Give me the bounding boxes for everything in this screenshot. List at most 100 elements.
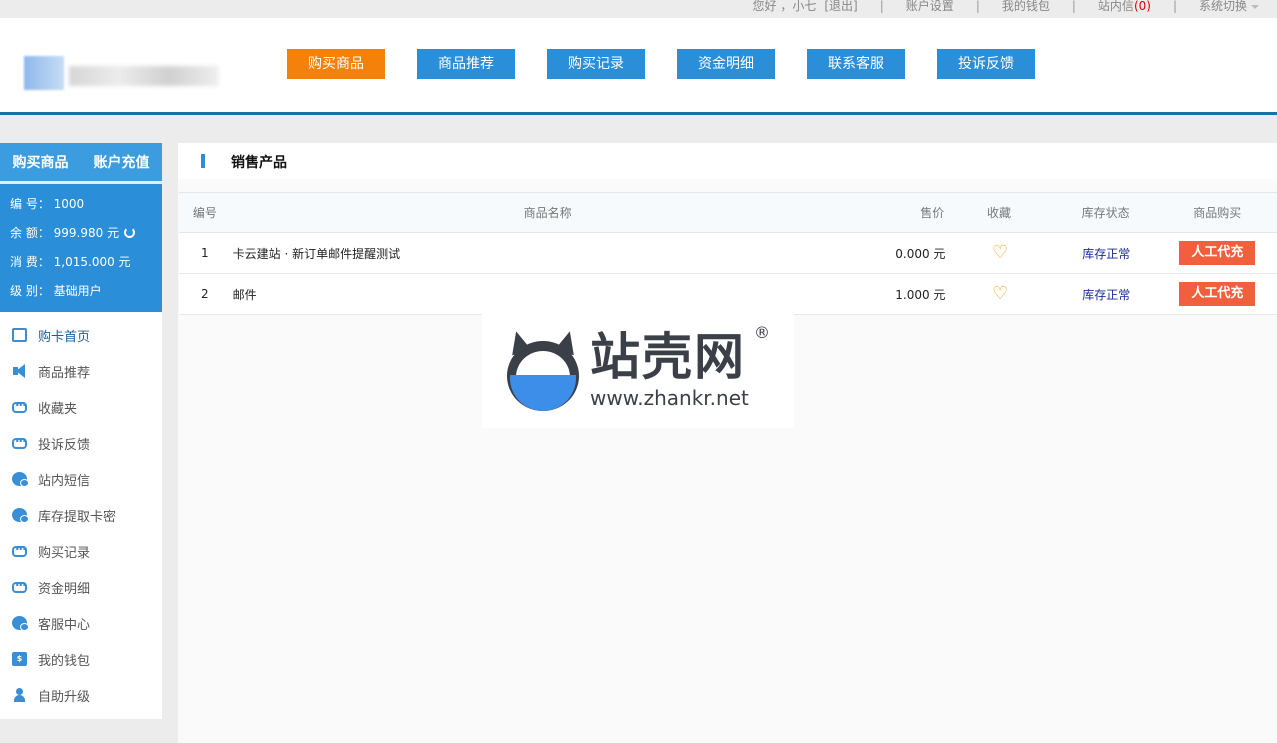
row-no: 1 — [179, 246, 231, 260]
tab-buy-products[interactable]: 购买商品 — [0, 152, 81, 172]
header-price: 售价 — [865, 204, 945, 221]
main-content: 销售产品 编号 商品名称 售价 收藏 库存状态 商品购买 1 卡云建站 · 新订… — [178, 143, 1277, 743]
messages-label: 站内信 — [1098, 0, 1134, 14]
sidebar-item-funds-detail[interactable]: 资金明细 — [0, 569, 162, 605]
message-count: (0) — [1134, 0, 1151, 13]
refresh-icon[interactable] — [124, 227, 135, 238]
nav-contact-support[interactable]: 联系客服 — [807, 49, 905, 79]
row-price: 1.000 元 — [866, 286, 945, 303]
greeting-text: 您好 ，小七 — [753, 0, 817, 14]
account-id-value: 1000 — [54, 197, 85, 211]
card-icon — [12, 328, 27, 342]
balance-label: 余 额： — [10, 226, 50, 240]
sidebar-item-favorites[interactable]: 收藏夹 — [0, 389, 162, 425]
top-links: 您好 ，小七 [退出] | 账户设置 | 我的钱包 | 站内信(0) | 系统切… — [753, 0, 1259, 14]
sidebar-item-label: 资金明细 — [38, 578, 90, 597]
row-price: 0.000 元 — [866, 245, 945, 262]
system-switch-dropdown[interactable]: 系统切换 — [1199, 0, 1259, 14]
tab-recharge[interactable]: 账户充值 — [81, 152, 162, 172]
product-name-link[interactable]: 邮件 — [231, 286, 866, 303]
heart-icon[interactable]: ♡ — [992, 245, 1008, 261]
level-label: 级 别： — [10, 284, 50, 298]
bubble-icon — [12, 402, 27, 413]
table-row: 1 卡云建站 · 新订单邮件提醒测试 0.000 元 ♡ 库存正常 人工代充 — [179, 233, 1277, 274]
chat-icon — [12, 508, 27, 522]
balance-row: 余 额： 999.980 元 — [10, 223, 162, 252]
sidebar-item-label: 库存提取卡密 — [38, 506, 116, 525]
watermark: 站壳网 ® www.zhankr.net — [482, 313, 794, 428]
sidebar-item-recommended[interactable]: 商品推荐 — [0, 353, 162, 389]
cat-water — [510, 375, 576, 411]
sidebar-item-wallet[interactable]: $ 我的钱包 — [0, 641, 162, 677]
sidebar-item-label: 投诉反馈 — [38, 434, 90, 453]
level-row: 级 别： 基础用户 — [10, 281, 162, 310]
watermark-brand: 站壳网 — [590, 329, 746, 385]
section-header: 销售产品 — [178, 143, 1277, 179]
sidebar-item-extract-cards[interactable]: 库存提取卡密 — [0, 497, 162, 533]
messages-link[interactable]: 站内信(0) — [1098, 0, 1151, 14]
buy-cell: 人工代充 — [1158, 282, 1277, 306]
header: 购买商品 商品推荐 购买记录 资金明细 联系客服 投诉反馈 — [0, 18, 1277, 115]
nav-complaints[interactable]: 投诉反馈 — [937, 49, 1035, 79]
logo-mark-blurred — [24, 56, 64, 90]
title-accent-bar — [201, 154, 205, 168]
nav-recommended[interactable]: 商品推荐 — [417, 49, 515, 79]
level-value: 基础用户 — [54, 284, 102, 298]
cat-logo-icon — [507, 331, 579, 411]
divider: | — [976, 0, 980, 13]
account-info: 编 号： 1000 余 额： 999.980 元 消 费： 1,015.000 … — [0, 184, 162, 312]
user-icon — [12, 688, 27, 702]
main-nav: 购买商品 商品推荐 购买记录 资金明细 联系客服 投诉反馈 — [287, 49, 1067, 79]
sidebar-item-label: 站内短信 — [38, 470, 90, 489]
chat-icon — [12, 616, 27, 630]
heart-icon[interactable]: ♡ — [992, 286, 1008, 302]
nav-funds-detail[interactable]: 资金明细 — [677, 49, 775, 79]
page-title: 销售产品 — [231, 152, 287, 172]
system-switch-label: 系统切换 — [1199, 0, 1247, 14]
sidebar-item-purchase-history[interactable]: 购买记录 — [0, 533, 162, 569]
bubble-icon — [12, 546, 27, 557]
spent-label: 消 费： — [10, 255, 50, 269]
spent-row: 消 费： 1,015.000 元 — [10, 252, 162, 281]
favorite-cell: ♡ — [945, 245, 1054, 261]
sidebar-item-messages[interactable]: 站内短信 — [0, 461, 162, 497]
wallet-icon: $ — [12, 652, 27, 666]
favorite-cell: ♡ — [945, 286, 1054, 302]
bubble-icon — [12, 438, 27, 449]
row-stock-status: 库存正常 — [1055, 286, 1158, 303]
wallet-link[interactable]: 我的钱包 — [1002, 0, 1050, 14]
sidebar: 购买商品 账户充值 编 号： 1000 余 额： 999.980 元 消 费： … — [0, 143, 162, 719]
sidebar-item-label: 我的钱包 — [38, 650, 90, 669]
logout-link[interactable]: [退出] — [824, 0, 857, 14]
sidebar-item-label: 自助升级 — [38, 686, 90, 705]
balance-value: 999.980 元 — [54, 226, 119, 240]
sidebar-tabs: 购买商品 账户充值 — [0, 143, 162, 181]
sidebar-item-card-home[interactable]: 购卡首页 — [0, 317, 162, 353]
table-header: 编号 商品名称 售价 收藏 库存状态 商品购买 — [179, 192, 1277, 233]
divider: | — [1173, 0, 1177, 13]
sidebar-item-label: 商品推荐 — [38, 362, 90, 381]
nav-buy-products[interactable]: 购买商品 — [287, 49, 385, 79]
account-id-row: 编 号： 1000 — [10, 194, 162, 223]
product-name-link[interactable]: 卡云建站 · 新订单邮件提醒测试 — [231, 245, 866, 262]
sidebar-item-label: 购卡首页 — [38, 326, 90, 345]
header-buy: 商品购买 — [1157, 204, 1277, 221]
account-settings-link[interactable]: 账户设置 — [906, 0, 954, 14]
sidebar-item-upgrade[interactable]: 自助升级 — [0, 677, 162, 713]
row-stock-status: 库存正常 — [1055, 245, 1158, 262]
buy-button[interactable]: 人工代充 — [1179, 241, 1255, 265]
site-logo[interactable] — [24, 56, 219, 90]
sidebar-item-complaints[interactable]: 投诉反馈 — [0, 425, 162, 461]
header-favorite: 收藏 — [944, 204, 1054, 221]
header-name: 商品名称 — [231, 204, 865, 221]
row-no: 2 — [179, 287, 231, 301]
logo-text-blurred — [69, 66, 219, 86]
sidebar-item-support-center[interactable]: 客服中心 — [0, 605, 162, 641]
buy-button[interactable]: 人工代充 — [1179, 282, 1255, 306]
nav-purchase-history[interactable]: 购买记录 — [547, 49, 645, 79]
watermark-url: www.zhankr.net — [590, 386, 749, 410]
speaker-icon — [12, 364, 27, 378]
buy-cell: 人工代充 — [1158, 241, 1277, 265]
chevron-down-icon — [1251, 5, 1259, 9]
table-row: 2 邮件 1.000 元 ♡ 库存正常 人工代充 — [179, 274, 1277, 315]
